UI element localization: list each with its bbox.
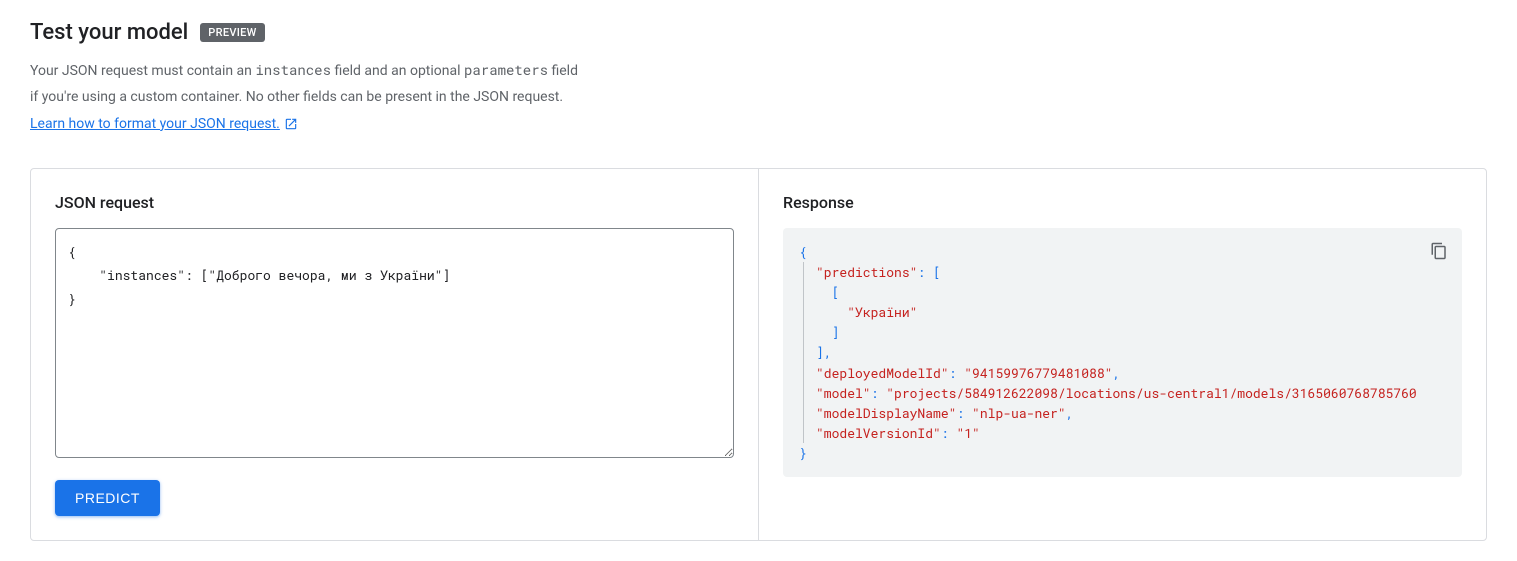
predict-button[interactable]: PREDICT: [55, 480, 160, 516]
header-row: Test your model PREVIEW: [30, 20, 1487, 45]
external-link-icon: [284, 117, 298, 131]
json-value: "94159976779481088": [964, 364, 1112, 382]
response-title: Response: [783, 193, 1462, 212]
json-request-title: JSON request: [55, 193, 734, 212]
code-instances: instances: [255, 60, 331, 79]
json-value: "1": [956, 424, 979, 442]
json-prediction-value: "України": [847, 303, 917, 321]
description-line-2: if you're using a custom container. No o…: [30, 86, 1487, 108]
json-value: "nlp-ua-ner": [972, 404, 1066, 422]
desc-text: field: [548, 63, 578, 79]
description-line-1: Your JSON request must contain an instan…: [30, 59, 1487, 82]
response-body: { "predictions": [ [ "України" ] ], "dep…: [783, 228, 1462, 478]
json-value: "projects/584912622098/locations/us-cent…: [886, 384, 1417, 402]
response-panel: Response { "predictions": [ [ "України" …: [759, 169, 1486, 540]
desc-text: Your JSON request must contain an: [30, 63, 255, 79]
copy-icon[interactable]: [1430, 242, 1448, 260]
learn-format-link[interactable]: Learn how to format your JSON request.: [30, 116, 298, 132]
json-key: "model": [816, 384, 871, 402]
json-key: "modelVersionId": [816, 424, 941, 442]
panels-container: JSON request PREDICT Response { "predict…: [30, 168, 1487, 541]
json-key: "modelDisplayName": [816, 404, 956, 422]
json-key: "predictions": [816, 263, 917, 281]
page-title: Test your model: [30, 20, 188, 45]
json-request-panel: JSON request PREDICT: [31, 169, 759, 540]
json-request-input[interactable]: [55, 228, 734, 458]
link-text: Learn how to format your JSON request.: [30, 116, 280, 132]
json-key: "deployedModelId": [816, 364, 949, 382]
desc-text: field and an optional: [331, 63, 464, 79]
preview-badge: PREVIEW: [200, 23, 264, 42]
code-parameters: parameters: [464, 60, 548, 79]
